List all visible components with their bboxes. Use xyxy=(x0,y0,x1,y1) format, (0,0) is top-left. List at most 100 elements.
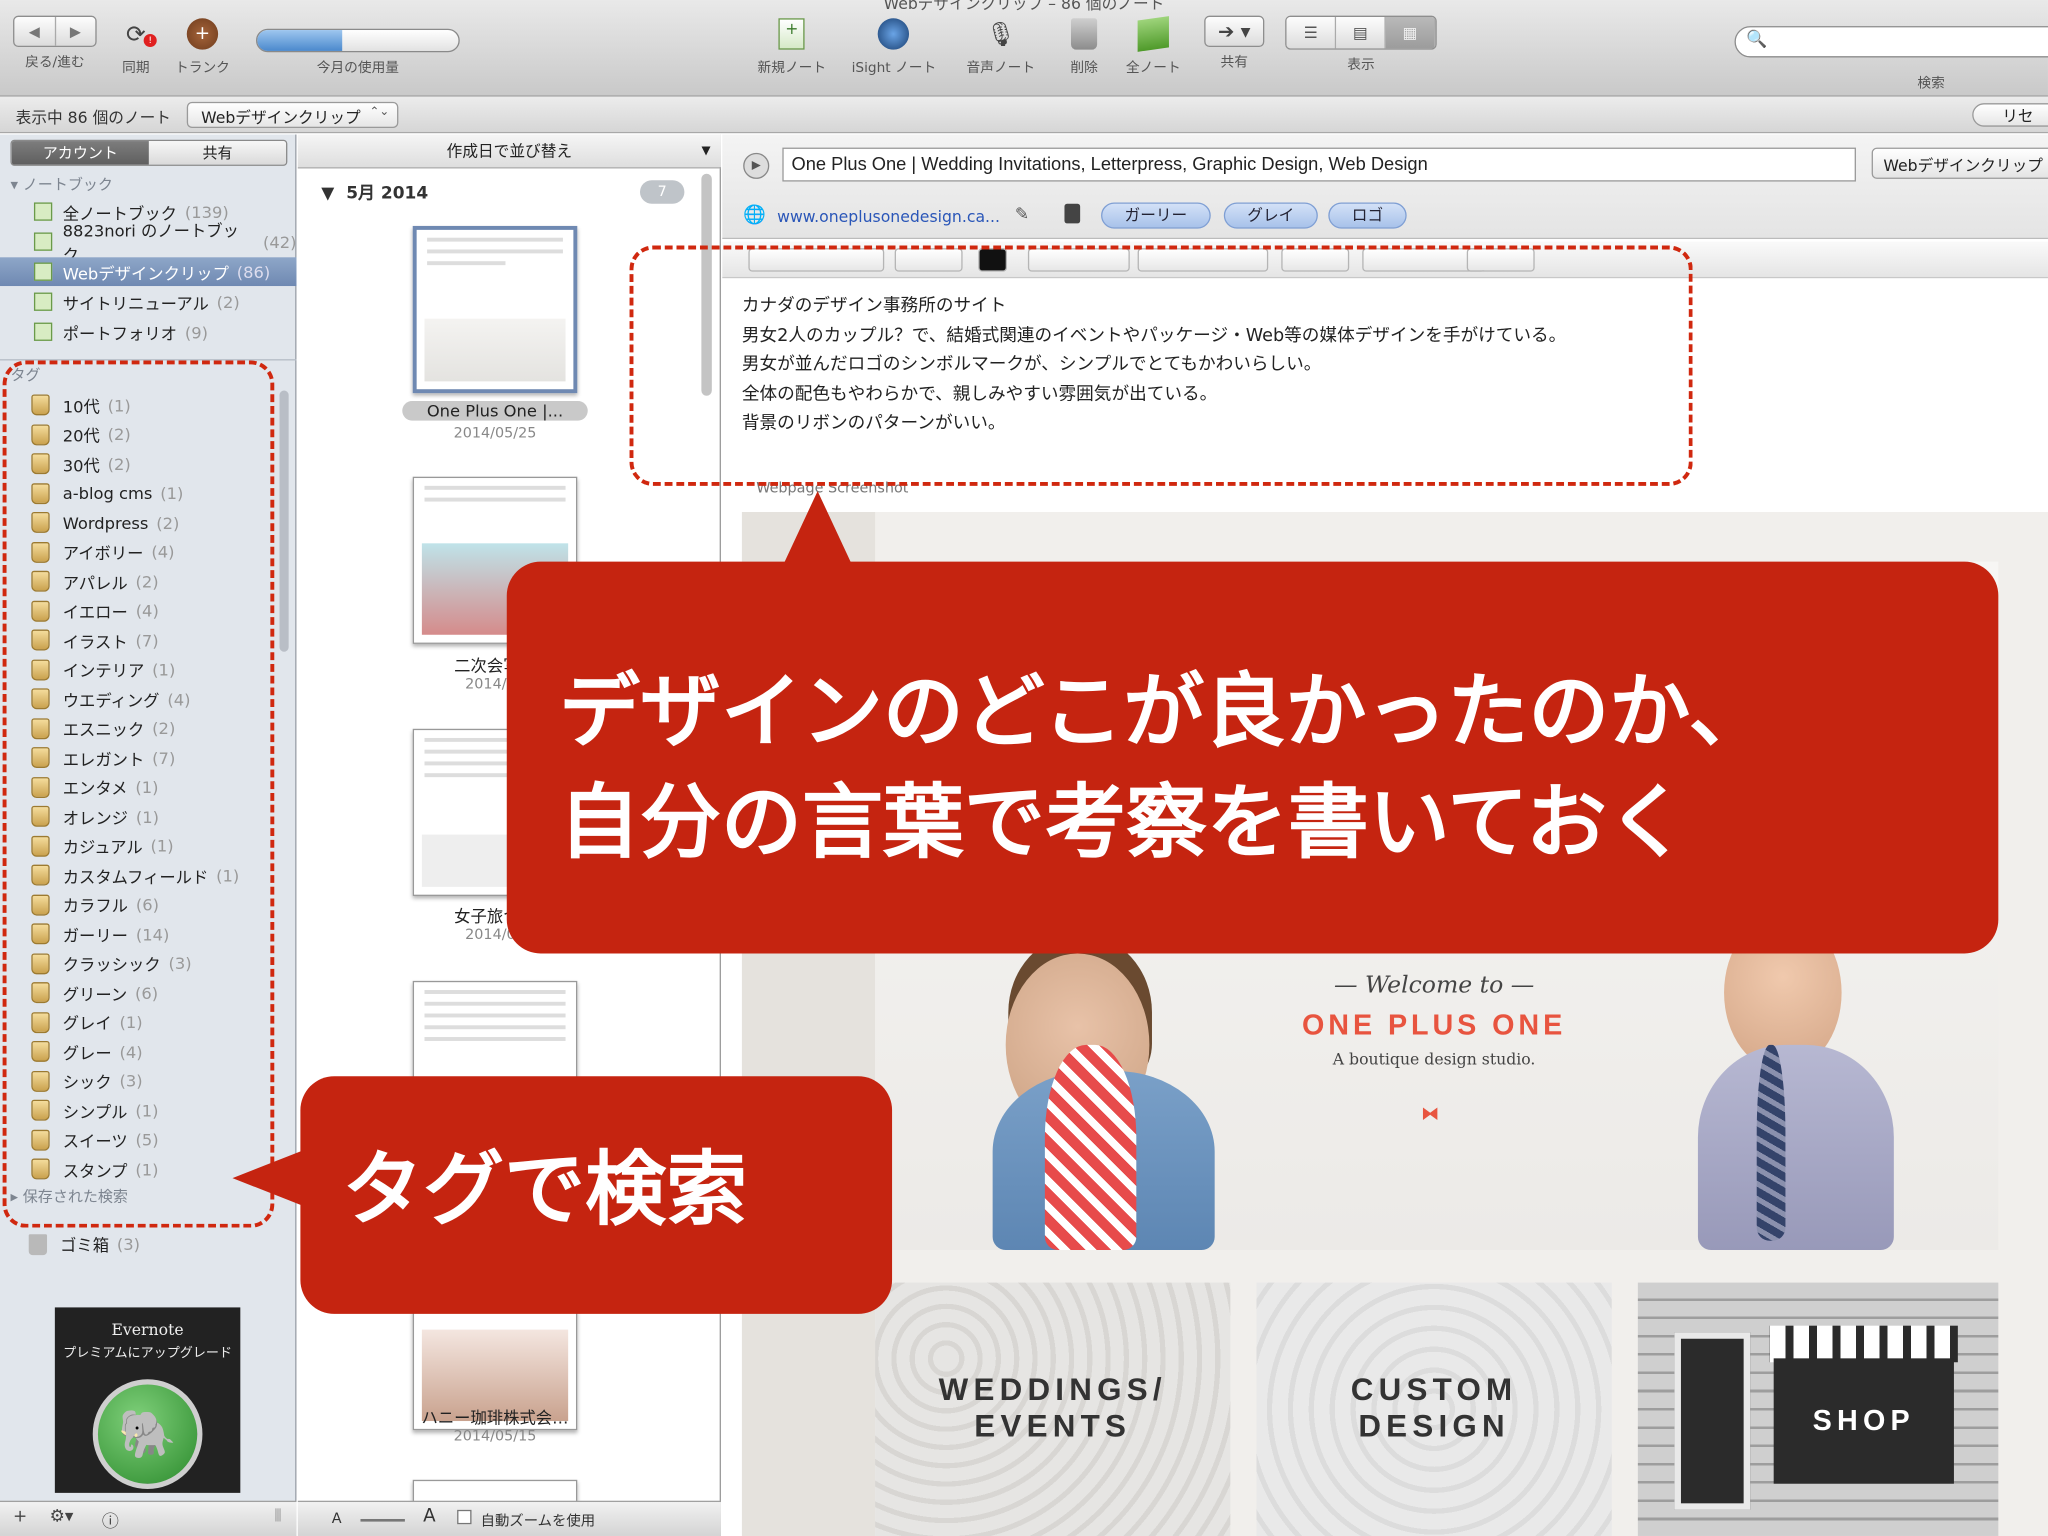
callout-pointer xyxy=(232,1149,306,1207)
note-notebook-button[interactable]: Webデザインクリップ xyxy=(1871,147,2048,179)
new-note-label: 新規ノート xyxy=(757,60,827,76)
custom-design-tile: CUSTOM DESIGN xyxy=(1256,1282,1612,1536)
notebook-count: (86) xyxy=(236,261,271,282)
sidebar-item-trash[interactable]: ゴミ箱 (3) xyxy=(28,1232,140,1257)
camera-icon[interactable] xyxy=(876,16,913,53)
weddings-events-tile: WEDDINGS/EVENTS xyxy=(875,1282,1231,1536)
window-title: Webデザインクリップ – 86 個のノート xyxy=(883,0,1165,14)
sort-bar[interactable]: 作成日で並び替え ▼ xyxy=(297,134,721,169)
info-icon[interactable]: ⓘ xyxy=(102,1507,119,1532)
view-group: ☰ ▤ ▦ 表示 xyxy=(1285,5,1437,74)
all-notes-label: 全ノート xyxy=(1125,60,1181,76)
scarf xyxy=(1044,1044,1137,1250)
notebook-count: (2) xyxy=(216,291,240,312)
resize-handle-icon[interactable]: ⦀ xyxy=(274,1507,281,1527)
auto-zoom-label: 自動ズームを使用 xyxy=(480,1512,596,1530)
notelist-footer: A A 自動ズームを使用 xyxy=(297,1500,721,1536)
bowtie-icon: ⧓ xyxy=(1421,1103,1440,1125)
chevron-updown-icon: ⌃⌄ xyxy=(369,105,390,119)
callout-line: デザインのどこが良かったのか、 xyxy=(559,663,1770,759)
back-forward-buttons[interactable]: ◀ ▶ xyxy=(13,15,97,48)
trash-icon[interactable] xyxy=(1066,16,1103,53)
list-view-icon[interactable]: ☰ xyxy=(1286,16,1337,49)
tie xyxy=(1756,1044,1786,1241)
shop-awning xyxy=(1769,1325,1958,1363)
toolbar: Webデザインクリップ – 86 個のノート ◀ ▶ 戻る/進む ⟳! 同期 +… xyxy=(0,0,2048,97)
back-arrow-icon[interactable]: ◀ xyxy=(14,16,56,46)
disclosure-triangle-icon: ▾ xyxy=(10,175,23,194)
note-title-field[interactable]: One Plus One | Wedding Invitations, Lett… xyxy=(782,147,1856,182)
callout-pointer xyxy=(781,491,855,570)
reset-button[interactable]: リセ xyxy=(1972,103,2048,127)
brand-logo-text: ONE PLUS ONE xyxy=(1302,1008,1567,1041)
lock-icon[interactable] xyxy=(1064,203,1081,224)
notebook-select-value: Webデザインクリップ xyxy=(201,108,361,127)
share-group: ➔ ▾ 共有 xyxy=(1204,15,1265,72)
notebook-icon xyxy=(33,262,53,281)
search-input[interactable]: 🔍 xyxy=(1734,26,2048,58)
body-highlight-outline xyxy=(629,245,1693,486)
note-date: 2014/05/15 xyxy=(453,1427,537,1445)
search-icon: 🔍 xyxy=(1746,30,1768,50)
all-notes-group: 全ノート xyxy=(1126,16,1181,77)
sync-icon[interactable]: ⟳! xyxy=(118,16,157,53)
source-url-link[interactable]: www.oneplusonedesign.ca... xyxy=(777,208,1000,226)
search-label: 検索 xyxy=(1917,75,1945,92)
trunk-icon[interactable]: + xyxy=(184,16,221,53)
notebooks-header[interactable]: ▾ ノートブック xyxy=(10,174,112,195)
notebook-icon xyxy=(33,232,53,251)
usage-group: 今月の使用量 xyxy=(255,16,460,77)
chevron-down-icon: ▼ xyxy=(701,144,711,159)
pencil-icon[interactable]: ✎ xyxy=(1015,205,1029,225)
note-tag[interactable]: ロゴ xyxy=(1328,202,1407,229)
evernote-elephant-icon: 🐘 xyxy=(92,1379,203,1489)
sidebar-scrollbar[interactable] xyxy=(279,390,289,652)
sidebar-item-notebook[interactable]: サイトリニューアル (2) xyxy=(0,287,296,316)
note-tag[interactable]: ガーリー xyxy=(1101,202,1211,229)
sync-label: 同期 xyxy=(122,60,150,76)
note-title[interactable]: One Plus One |... xyxy=(402,400,588,421)
sidebar-item-notebook[interactable]: 8823nori のノートブック (42) xyxy=(0,221,297,265)
view-switcher[interactable]: ☰ ▤ ▦ xyxy=(1285,15,1437,50)
view-label: 表示 xyxy=(1347,57,1375,74)
zoom-slider[interactable] xyxy=(360,1518,405,1522)
notebook-count: (42) xyxy=(262,231,297,252)
microphone-icon[interactable]: 🎙 xyxy=(983,16,1020,53)
share-arrow-icon[interactable]: ➔ ▾ xyxy=(1204,15,1265,48)
gear-icon[interactable]: ⚙▾ xyxy=(50,1507,74,1527)
notebook-select[interactable]: Webデザインクリップ ⌃⌄ xyxy=(186,101,399,128)
forward-arrow-icon[interactable]: ▶ xyxy=(56,17,96,46)
share-label: 共有 xyxy=(1220,54,1248,71)
usage-meter-fill xyxy=(257,30,342,51)
welcome-text: — Welcome to — xyxy=(1333,971,1535,1000)
notebook-icon xyxy=(33,322,53,341)
sidebar-item-notebook[interactable]: Webデザインクリップ (86) xyxy=(0,257,297,287)
shop-sign: SHOP xyxy=(1773,1358,1954,1484)
note-thumbnail[interactable] xyxy=(412,225,578,394)
note-title[interactable]: ハニー珈琲株式会… xyxy=(402,1404,587,1429)
sidebar-item-notebook[interactable]: ポートフォリオ (9) xyxy=(0,317,296,346)
auto-zoom-checkbox[interactable] xyxy=(457,1509,472,1525)
callout-line: タグで検索 xyxy=(342,1141,748,1237)
note-tag[interactable]: グレイ xyxy=(1223,202,1318,229)
back-forward-group: ◀ ▶ 戻る/進む xyxy=(13,15,97,72)
tab-account[interactable]: アカウント xyxy=(11,141,149,165)
new-note-group: + 新規ノート xyxy=(757,16,827,77)
delete-group: 削除 xyxy=(1066,16,1103,77)
premium-upgrade-banner[interactable]: Evernote プレミアムにアップグレード 🐘 xyxy=(54,1307,241,1493)
new-note-icon[interactable]: + xyxy=(774,16,811,53)
notebook-count: (9) xyxy=(184,321,208,342)
snippet-view-icon[interactable]: ▤ xyxy=(1336,16,1386,49)
month-header[interactable]: ▼ 5月 2014 xyxy=(321,179,428,204)
card-view-icon[interactable]: ▦ xyxy=(1385,16,1436,49)
all-notes-icon[interactable] xyxy=(1135,16,1172,53)
evernote-window: Webデザインクリップ – 86 個のノート ◀ ▶ 戻る/進む ⟳! 同期 +… xyxy=(0,0,2048,1536)
zoom-small-icon: A xyxy=(331,1509,342,1527)
add-icon[interactable]: + xyxy=(13,1507,27,1527)
trash-icon xyxy=(28,1233,48,1255)
note-header: ▶ One Plus One | Wedding Invitations, Le… xyxy=(722,134,2048,240)
callout-note-body: デザインのどこが良かったのか、 自分の言葉で考察を書いておく xyxy=(506,561,1999,954)
tab-shared[interactable]: 共有 xyxy=(148,141,287,165)
play-icon[interactable]: ▶ xyxy=(743,152,770,179)
globe-icon: 🌐 xyxy=(743,205,766,226)
